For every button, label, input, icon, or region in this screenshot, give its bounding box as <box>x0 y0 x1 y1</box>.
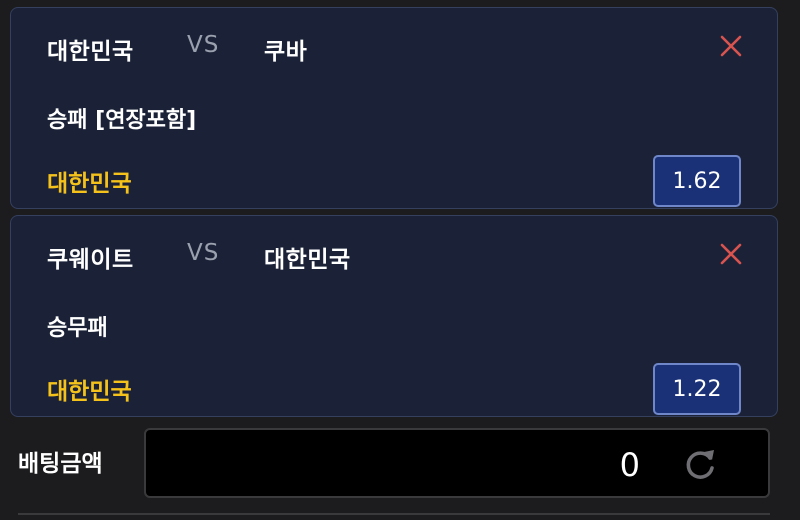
versus-label: VS <box>187 240 220 266</box>
odds-button[interactable]: 1.62 <box>653 155 741 207</box>
bet-amount-value: 0 <box>619 446 640 484</box>
bet-amount-input[interactable]: 0 <box>144 428 770 498</box>
close-icon <box>720 35 742 57</box>
odds-button[interactable]: 1.22 <box>653 363 741 415</box>
divider <box>18 513 770 515</box>
bet-amount-label: 배팅금액 <box>18 451 103 477</box>
versus-label: VS <box>187 32 220 58</box>
home-team-name: 대한민국 <box>47 39 134 65</box>
remove-bet-button[interactable] <box>717 32 745 60</box>
bet-amount-row: 배팅금액 0 <box>0 420 800 520</box>
selected-outcome: 대한민국 <box>47 379 132 405</box>
market-type: 승무패 <box>47 316 108 341</box>
bet-slip-card: 쿠웨이트 VS 대한민국 승무패 대한민국 1.22 <box>10 215 778 417</box>
away-team-name: 대한민국 <box>264 247 351 273</box>
refresh-icon <box>686 450 714 479</box>
close-icon <box>720 243 742 265</box>
selected-outcome: 대한민국 <box>47 171 132 197</box>
bet-slip-card: 대한민국 VS 쿠바 승패 [연장포함] 대한민국 1.62 <box>10 7 778 209</box>
reset-amount-button[interactable] <box>682 446 718 482</box>
away-team-name: 쿠바 <box>264 39 308 65</box>
market-type: 승패 [연장포함] <box>47 108 197 133</box>
remove-bet-button[interactable] <box>717 240 745 268</box>
home-team-name: 쿠웨이트 <box>47 247 134 273</box>
